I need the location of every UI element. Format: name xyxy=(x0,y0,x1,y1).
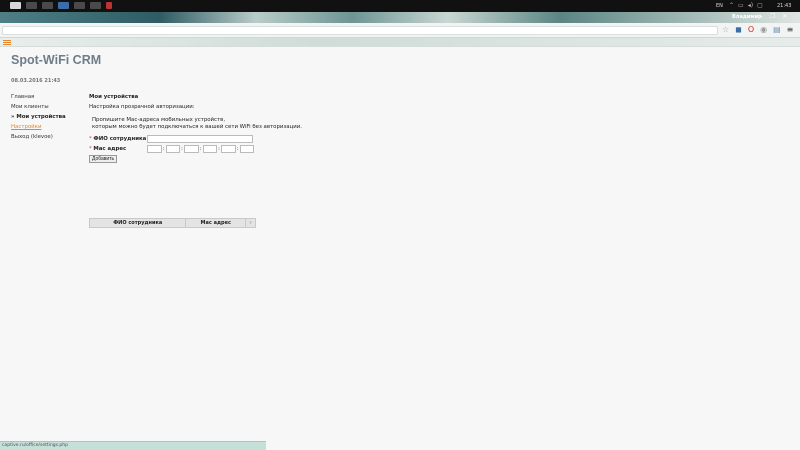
system-tray: ⌃ ▭ ◂) ▢ xyxy=(729,2,763,9)
browser-profile-name[interactable]: Владимир xyxy=(732,14,762,20)
devices-table-header: ФИО сотрудника Mac адрес ▿ xyxy=(89,218,256,228)
language-indicator[interactable]: EN xyxy=(716,3,723,9)
chevron-up-icon[interactable]: ⌃ xyxy=(729,2,734,9)
required-mark: * xyxy=(89,136,92,142)
employee-name-input[interactable] xyxy=(147,135,253,143)
bookmarks-bar xyxy=(0,38,800,47)
taskbar-app[interactable] xyxy=(26,2,37,9)
nav-item-settings[interactable]: Настройки xyxy=(11,123,66,133)
column-header-mac[interactable]: Mac адрес xyxy=(186,219,247,227)
page-title: Мои устройства xyxy=(89,94,139,100)
page-content: Spot-WiFi CRM 08.03.2016 21:43 Главная М… xyxy=(0,47,800,441)
mac-segment-input[interactable] xyxy=(184,145,199,153)
mac-segment-input[interactable] xyxy=(165,145,180,153)
bookmark-star-icon[interactable]: ☆ xyxy=(722,25,729,34)
nav-item-home[interactable]: Главная xyxy=(11,93,66,103)
mac-row: * Mac адрес : : : : : xyxy=(89,144,389,154)
address-bar[interactable] xyxy=(2,26,718,35)
nav-item-clients[interactable]: Мои клиенты xyxy=(11,103,66,113)
mac-address-inputs: : : : : : xyxy=(147,145,254,153)
name-label: ФИО сотрудника xyxy=(93,136,147,142)
extension-icon[interactable]: ◼ xyxy=(735,25,742,34)
current-datetime: 08.03.2016 21:43 xyxy=(11,78,61,84)
volume-icon[interactable]: ◂) xyxy=(748,2,753,9)
taskbar-app[interactable] xyxy=(106,2,112,9)
taskbar-app[interactable] xyxy=(10,2,21,9)
taskbar-app[interactable] xyxy=(90,2,101,9)
taskbar-app[interactable] xyxy=(58,2,69,9)
window-controls: – ❐ ✕ xyxy=(760,13,787,20)
instructions: Пропишите Mac-адреса мобильных устройств… xyxy=(89,117,389,130)
close-icon[interactable]: ✕ xyxy=(782,13,787,20)
section-subtitle: Настройка прозрачной авторизации: xyxy=(89,104,195,110)
taskbar-app[interactable] xyxy=(42,2,53,9)
instructions-line: которым можно будет подключаться к вашей… xyxy=(92,123,302,130)
mac-segment-input[interactable] xyxy=(147,145,162,153)
toolbar-icons: ☆ ◼ O ◉ ▤ ≡ xyxy=(722,25,793,34)
notifications-icon[interactable]: ▢ xyxy=(757,2,763,9)
mac-segment-input[interactable] xyxy=(202,145,217,153)
extension-icon[interactable]: ▤ xyxy=(773,25,781,34)
taskbar-app[interactable] xyxy=(74,2,85,9)
required-mark: * xyxy=(89,146,92,152)
mac-segment-input[interactable] xyxy=(221,145,236,153)
network-icon[interactable]: ▭ xyxy=(738,2,744,9)
add-device-button[interactable]: Добавить xyxy=(89,155,118,163)
devices-panel: Мои устройства Настройка прозрачной авто… xyxy=(89,93,389,228)
sort-icon[interactable]: ▿ xyxy=(246,219,255,227)
mac-segment-input[interactable] xyxy=(239,145,254,153)
menu-icon[interactable]: ≡ xyxy=(787,25,794,34)
taskbar-apps xyxy=(10,2,112,9)
column-header-name[interactable]: ФИО сотрудника xyxy=(90,219,187,227)
os-taskbar: EN ⌃ ▭ ◂) ▢ 21:43 xyxy=(0,0,800,12)
browser-titlebar: Владимир – ❐ ✕ xyxy=(0,12,800,23)
side-nav: Главная Мои клиенты » Мои устройства Нас… xyxy=(11,93,66,143)
name-row: * ФИО сотрудника xyxy=(89,134,389,144)
adblock-icon[interactable]: ◉ xyxy=(760,25,767,34)
status-bar-url: captive.ru/office/settings.php xyxy=(0,441,266,450)
taskbar-clock[interactable]: 21:43 xyxy=(777,3,791,9)
restore-icon[interactable]: ❐ xyxy=(770,13,775,20)
hamburger-icon[interactable] xyxy=(3,40,11,45)
nav-item-logout[interactable]: Выход (klevoe) xyxy=(11,133,66,143)
app-title: Spot-WiFi CRM xyxy=(11,53,102,67)
minimize-icon[interactable]: – xyxy=(760,13,763,20)
browser-toolbar: ☆ ◼ O ◉ ▤ ≡ xyxy=(0,23,800,38)
opera-icon[interactable]: O xyxy=(748,25,754,34)
mac-label: Mac адрес xyxy=(93,146,127,152)
nav-item-devices[interactable]: » Мои устройства xyxy=(11,113,66,123)
